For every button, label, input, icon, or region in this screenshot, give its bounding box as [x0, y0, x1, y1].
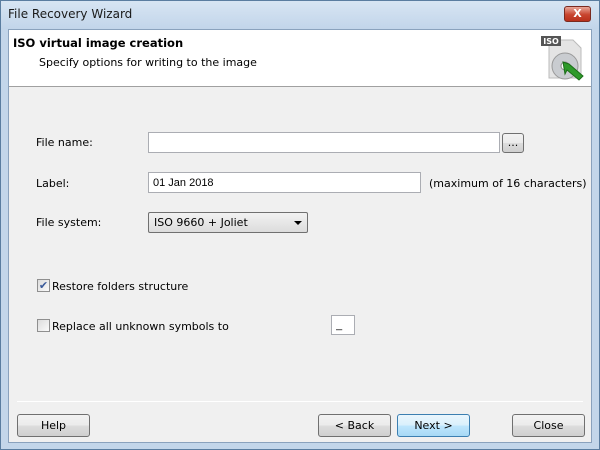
wizard-window: File Recovery Wizard X ISO virtual image… [0, 0, 600, 450]
file-system-select[interactable]: ISO 9660 + Joliet [148, 212, 308, 233]
close-window-button[interactable]: X [564, 6, 591, 22]
wizard-header: ISO virtual image creation Specify optio… [9, 30, 591, 87]
label-field-label: Label: [36, 177, 70, 190]
page-subtitle: Specify options for writing to the image [39, 56, 257, 69]
chevron-down-icon [294, 221, 302, 225]
back-button[interactable]: < Back [318, 414, 391, 437]
file-name-input[interactable] [148, 132, 500, 153]
file-system-value: ISO 9660 + Joliet [154, 216, 248, 229]
window-title: File Recovery Wizard [8, 7, 133, 21]
replacement-symbol-input[interactable] [331, 315, 355, 335]
restore-folders-checkbox[interactable]: ✔ [37, 279, 50, 292]
label-hint: (maximum of 16 characters) [429, 177, 587, 190]
restore-folders-label[interactable]: Restore folders structure [52, 280, 188, 293]
file-name-label: File name: [36, 136, 93, 149]
label-input[interactable] [148, 172, 421, 193]
next-button[interactable]: Next > [397, 414, 470, 437]
close-button[interactable]: Close [512, 414, 585, 437]
page-title: ISO virtual image creation [13, 36, 184, 50]
wizard-body: ISO virtual image creation Specify optio… [8, 29, 592, 443]
replace-symbols-label[interactable]: Replace all unknown symbols to [52, 320, 229, 333]
iso-icon-text: ISO [543, 37, 559, 46]
iso-disc-icon: ISO [539, 34, 587, 84]
replace-symbols-checkbox[interactable] [37, 319, 50, 332]
browse-button[interactable]: ... [502, 133, 524, 153]
footer-divider [17, 401, 583, 402]
help-button[interactable]: Help [17, 414, 90, 437]
file-system-label: File system: [36, 216, 102, 229]
title-bar[interactable]: File Recovery Wizard X [1, 1, 599, 29]
